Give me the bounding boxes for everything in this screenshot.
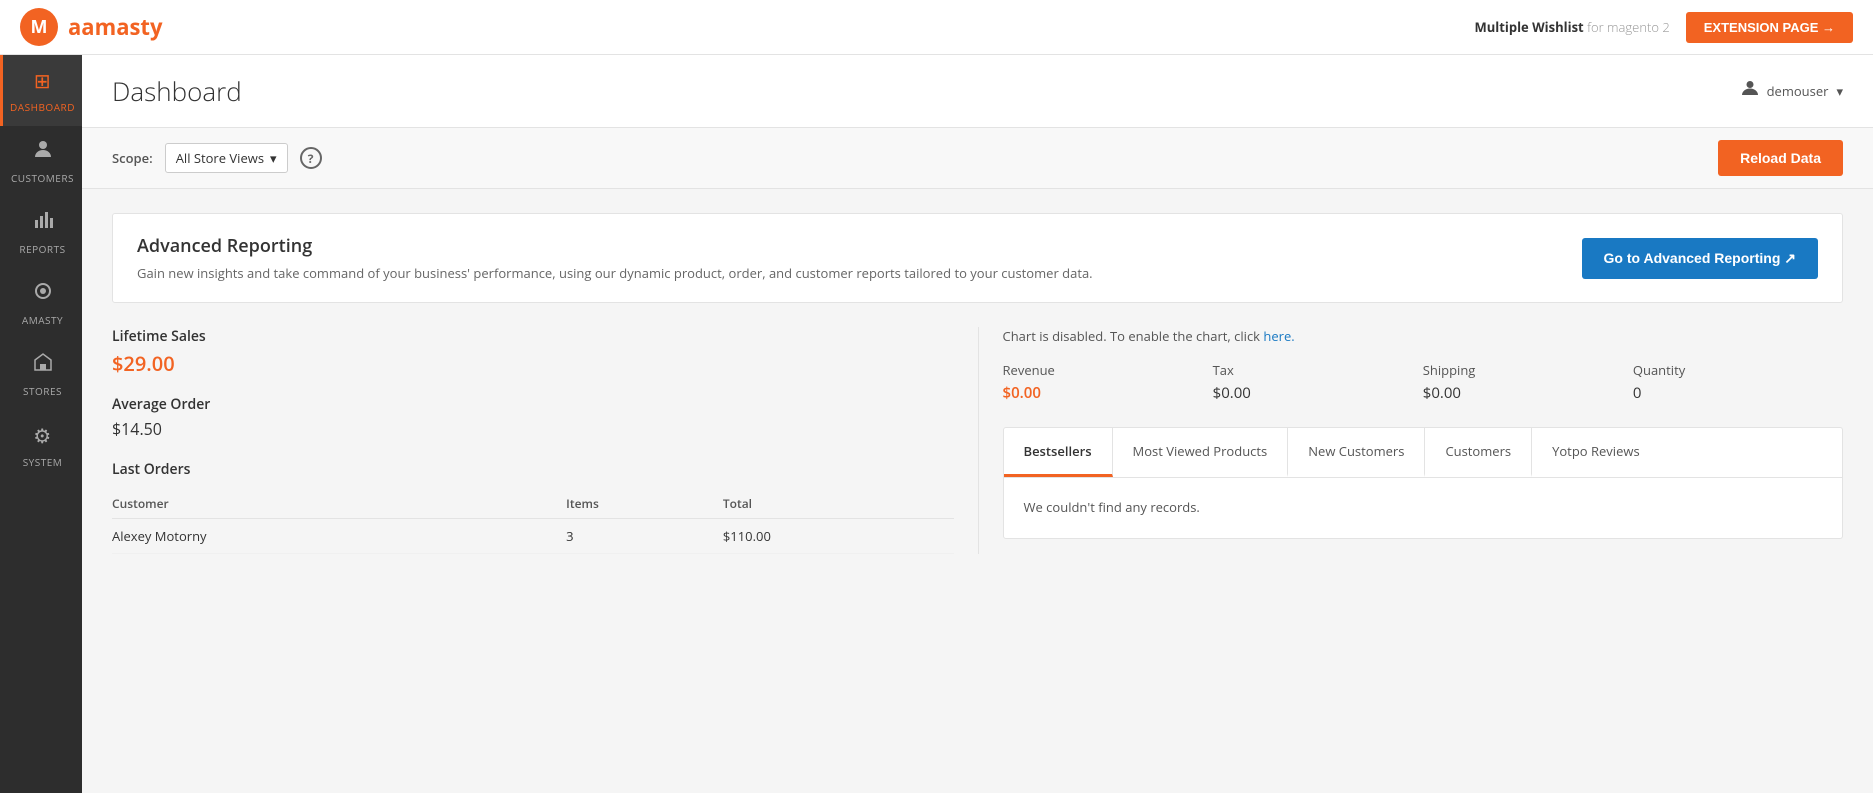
reload-data-button[interactable]: Reload Data — [1718, 140, 1843, 176]
tax-label: Tax — [1213, 361, 1423, 379]
logo-area: M aamasty — [20, 8, 162, 46]
metric-shipping: Shipping $0.00 — [1423, 361, 1633, 403]
lifetime-sales-label: Lifetime Sales — [112, 327, 954, 346]
tab-bestsellers[interactable]: Bestsellers — [1004, 428, 1113, 477]
tab-customers[interactable]: Customers — [1425, 428, 1532, 477]
page-title: Dashboard — [112, 73, 242, 109]
top-header: M aamasty Multiple Wishlist for magento … — [0, 0, 1873, 55]
main-content: Advanced Reporting Gain new insights and… — [82, 189, 1873, 578]
amasty-icon — [33, 280, 53, 307]
header-right: Multiple Wishlist for magento 2 EXTENSIO… — [1474, 12, 1853, 43]
average-order-value: $14.50 — [112, 418, 954, 440]
right-stats: Chart is disabled. To enable the chart, … — [978, 327, 1844, 554]
order-items: 3 — [566, 519, 723, 554]
tabs-header: Bestsellers Most Viewed Products New Cus… — [1004, 428, 1843, 478]
tabs-section: Bestsellers Most Viewed Products New Cus… — [1003, 427, 1844, 539]
sidebar-item-system[interactable]: ⚙ SYSTEM — [0, 410, 82, 481]
user-name: demouser — [1767, 82, 1829, 100]
sidebar-item-reports[interactable]: REPORTS — [0, 197, 82, 268]
user-icon — [1741, 79, 1759, 103]
chart-enable-link[interactable]: here. — [1263, 327, 1294, 345]
average-order-label: Average Order — [112, 395, 954, 414]
shipping-label: Shipping — [1423, 361, 1633, 379]
stats-grid: Lifetime Sales $29.00 Average Order $14.… — [112, 327, 1843, 554]
scope-left: Scope: All Store Views ▾ ? — [112, 143, 322, 173]
orders-col-items: Items — [566, 489, 723, 519]
last-orders-title: Last Orders — [112, 460, 954, 479]
last-orders-block: Last Orders Customer Items Total — [112, 460, 954, 554]
user-dropdown-icon: ▾ — [1836, 82, 1843, 100]
no-records-text: We couldn't find any records. — [1024, 498, 1823, 516]
chart-notice: Chart is disabled. To enable the chart, … — [1003, 327, 1844, 345]
lifetime-sales-block: Lifetime Sales $29.00 — [112, 327, 954, 377]
sidebar-item-stores[interactable]: STORES — [0, 339, 82, 410]
order-total: $110.00 — [723, 519, 954, 554]
table-row: Alexey Motorny 3 $110.00 — [112, 519, 954, 554]
scope-select[interactable]: All Store Views ▾ — [165, 143, 288, 173]
tax-value: $0.00 — [1213, 383, 1423, 403]
metrics-row: Revenue $0.00 Tax $0.00 Shipping $0.00 — [1003, 361, 1844, 403]
sidebar: ⊞ DASHBOARD CUSTOMERS REPORTS — [0, 55, 82, 793]
scope-bar: Scope: All Store Views ▾ ? Reload Data — [82, 128, 1873, 189]
ar-title: Advanced Reporting — [137, 234, 1093, 258]
amasty-logo: aamasty — [68, 12, 162, 42]
user-menu[interactable]: demouser ▾ — [1741, 79, 1843, 103]
ar-description: Gain new insights and take command of yo… — [137, 264, 1093, 282]
orders-table: Customer Items Total Alexey Motorny 3 $1… — [112, 489, 954, 554]
help-icon[interactable]: ? — [300, 147, 322, 169]
revenue-label: Revenue — [1003, 361, 1213, 379]
orders-col-customer: Customer — [112, 489, 566, 519]
dashboard-icon: ⊞ — [34, 67, 51, 94]
extension-page-button[interactable]: EXTENSION PAGE → — [1686, 12, 1853, 43]
revenue-value: $0.00 — [1003, 383, 1213, 403]
order-customer: Alexey Motorny — [112, 519, 566, 554]
metric-revenue: Revenue $0.00 — [1003, 361, 1213, 403]
metric-tax: Tax $0.00 — [1213, 361, 1423, 403]
sidebar-item-customers[interactable]: CUSTOMERS — [0, 126, 82, 197]
extension-info: Multiple Wishlist for magento 2 — [1474, 18, 1669, 36]
sidebar-item-amasty[interactable]: AMASTY — [0, 268, 82, 339]
scope-label: Scope: — [112, 149, 153, 167]
reports-icon — [33, 209, 53, 236]
main-layout: ⊞ DASHBOARD CUSTOMERS REPORTS — [0, 55, 1873, 793]
page-header: Dashboard demouser ▾ — [82, 55, 1873, 128]
quantity-label: Quantity — [1633, 361, 1843, 379]
advanced-reporting-section: Advanced Reporting Gain new insights and… — [112, 213, 1843, 303]
tab-content: We couldn't find any records. — [1004, 478, 1843, 538]
content-area: Dashboard demouser ▾ Scope: All Store Vi… — [82, 55, 1873, 793]
ar-text-block: Advanced Reporting Gain new insights and… — [137, 234, 1093, 282]
scope-dropdown-icon: ▾ — [270, 149, 277, 167]
quantity-value: 0 — [1633, 383, 1843, 403]
average-order-block: Average Order $14.50 — [112, 395, 954, 440]
stores-icon — [33, 351, 53, 378]
sidebar-item-dashboard[interactable]: ⊞ DASHBOARD — [0, 55, 82, 126]
lifetime-sales-value: $29.00 — [112, 350, 954, 377]
tab-most-viewed[interactable]: Most Viewed Products — [1113, 428, 1289, 477]
magento-icon: M — [20, 8, 58, 46]
shipping-value: $0.00 — [1423, 383, 1633, 403]
metric-quantity: Quantity 0 — [1633, 361, 1843, 403]
go-to-advanced-reporting-button[interactable]: Go to Advanced Reporting ↗ — [1582, 238, 1818, 279]
left-stats: Lifetime Sales $29.00 Average Order $14.… — [112, 327, 978, 554]
customers-icon — [33, 138, 53, 165]
system-icon: ⚙ — [33, 422, 51, 449]
orders-col-total: Total — [723, 489, 954, 519]
tab-yotpo[interactable]: Yotpo Reviews — [1532, 428, 1660, 477]
tab-new-customers[interactable]: New Customers — [1288, 428, 1425, 477]
